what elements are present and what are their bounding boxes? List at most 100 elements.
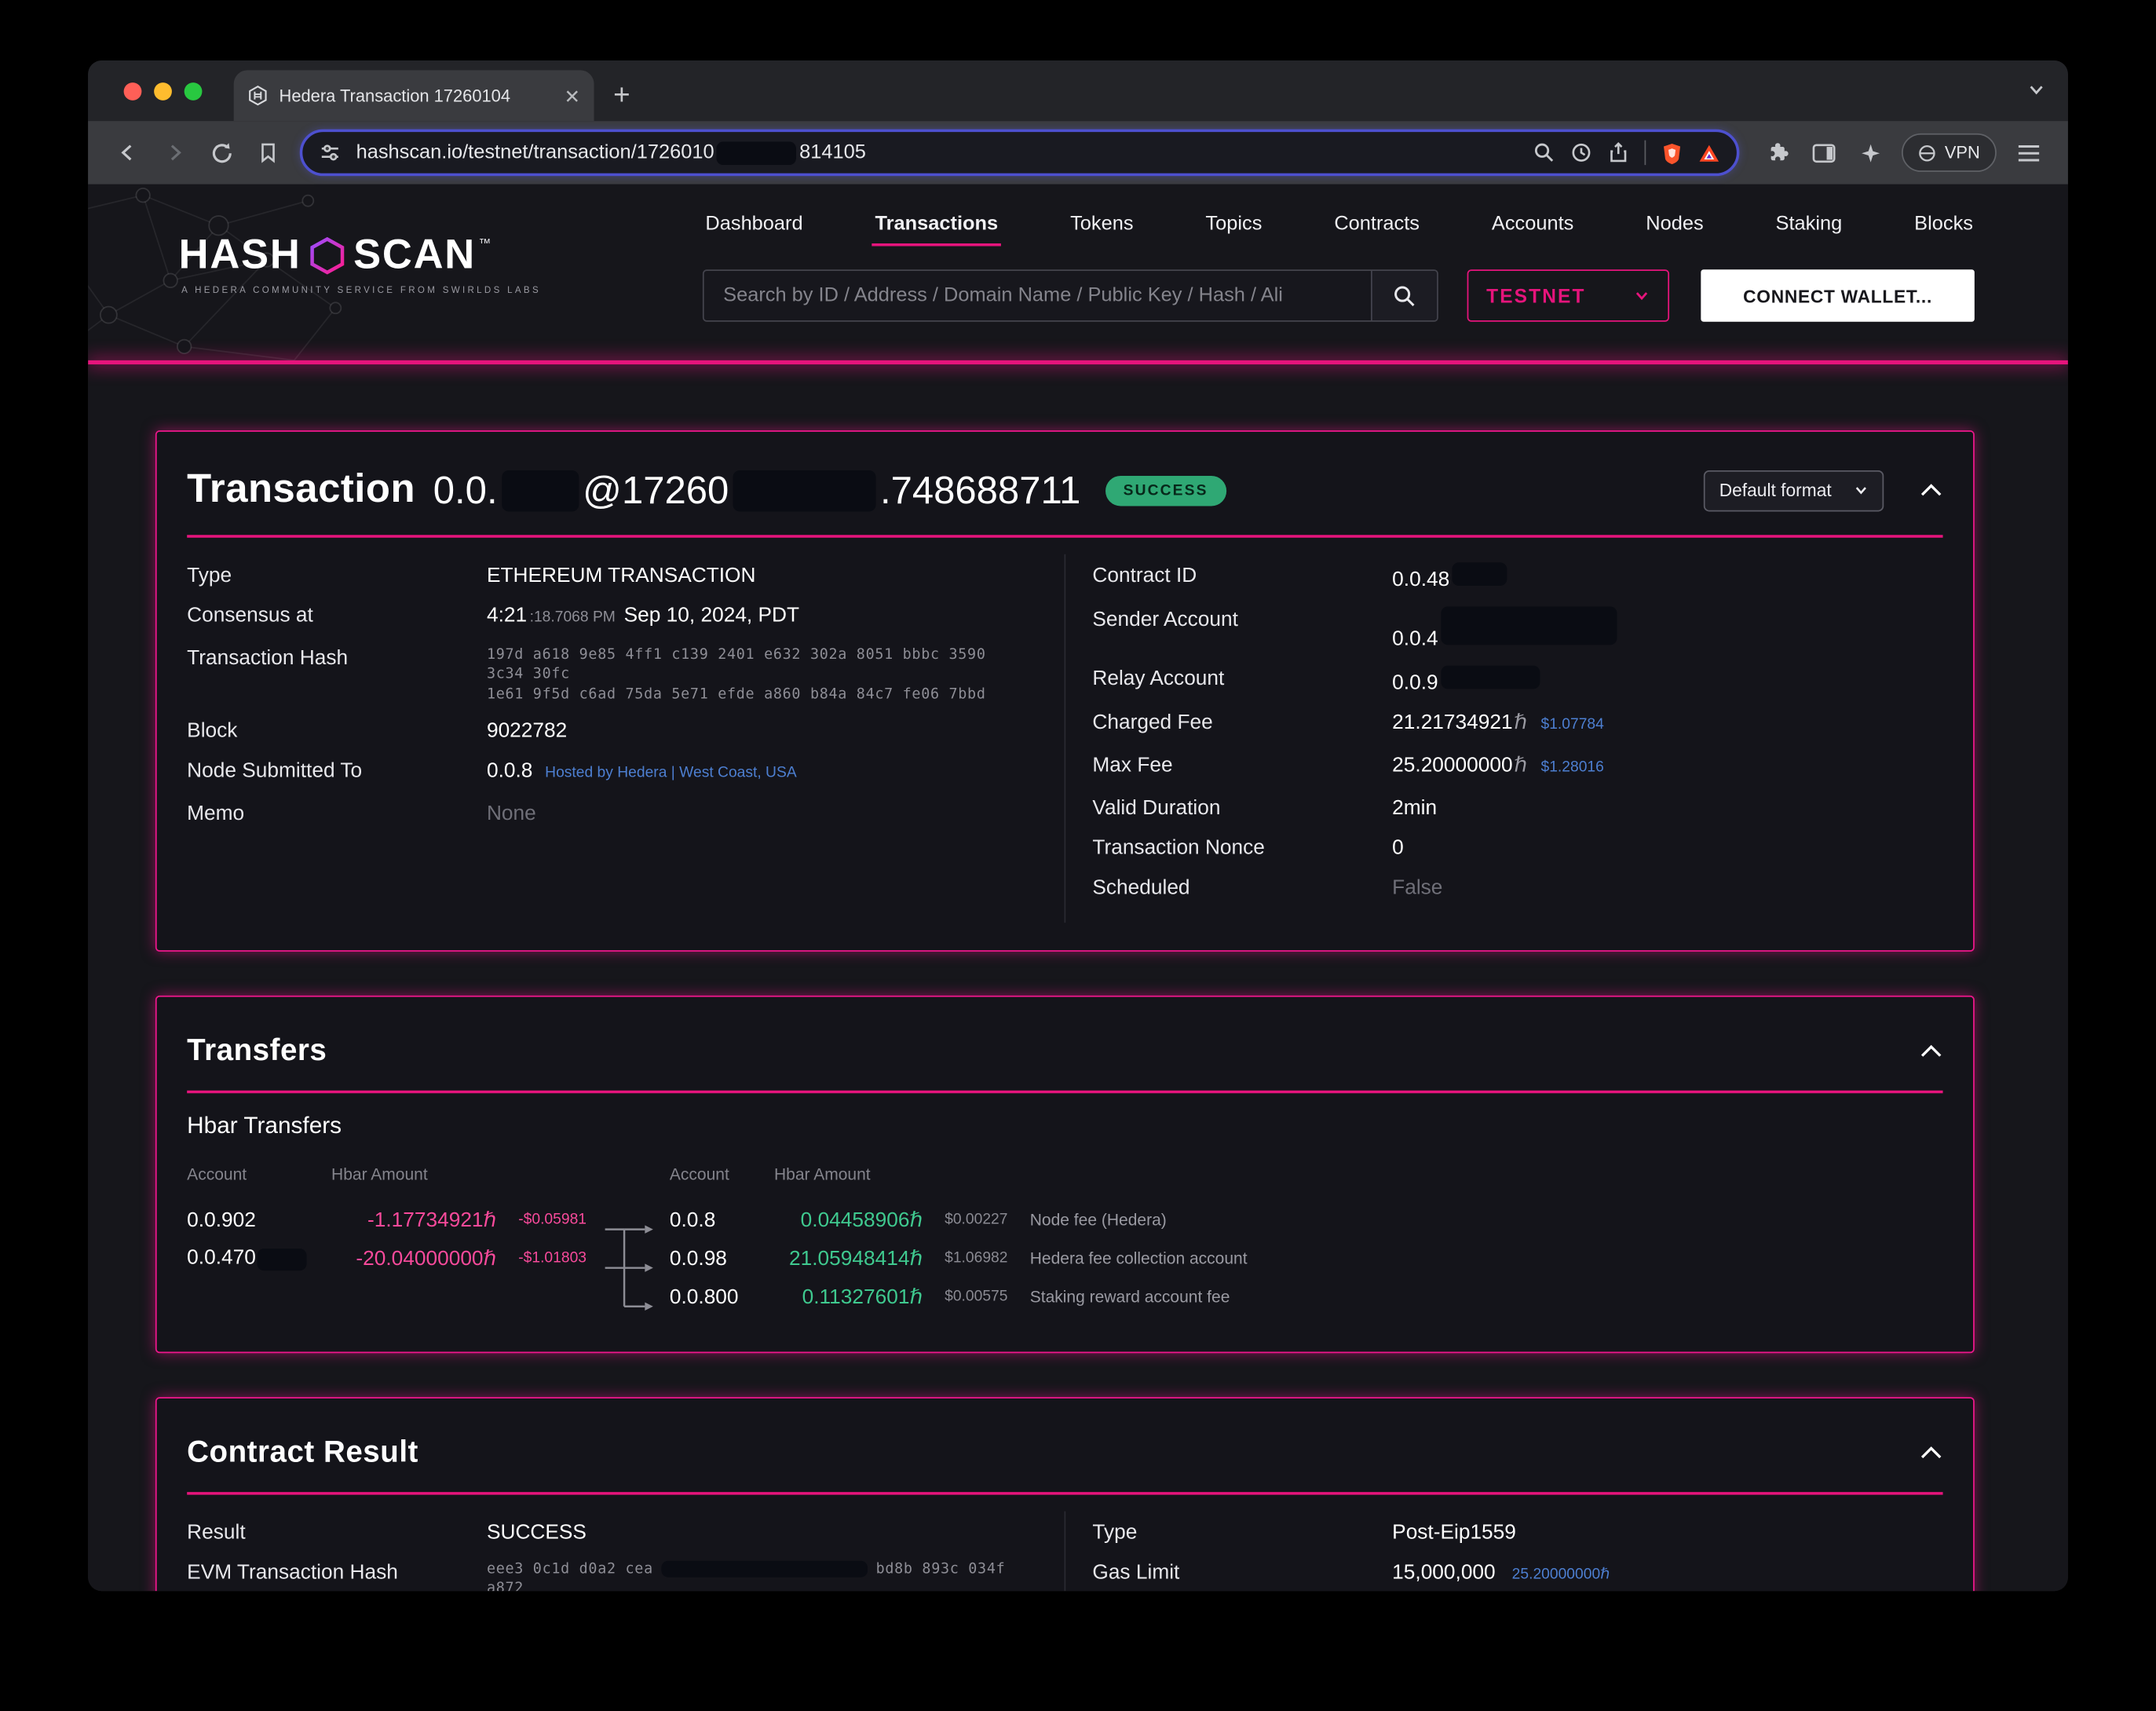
vpn-button[interactable]: VPN [1902,133,1997,172]
debit-account[interactable]: 0.0.902 [187,1208,331,1231]
credit-amount: 21.05948414ℏ [774,1246,923,1271]
transfers-card: Transfers Hbar Transfers [155,996,1975,1353]
nav-tokens[interactable]: Tokens [1068,207,1136,240]
credit-account[interactable]: 0.0.8 [670,1208,774,1231]
hashscan-logo[interactable]: HASH SCAN ™ [179,234,491,278]
node-note-link[interactable]: Hosted by Hedera | West Coast, USA [545,760,797,786]
address-bar[interactable]: hashscan.io/testnet/transaction/1726010 … [300,130,1740,177]
network-select[interactable]: TESTNET [1467,269,1669,322]
header-right: Dashboard Transactions Tokens Topics Con… [703,198,1976,322]
network-select-value: TESTNET [1486,285,1585,307]
contract-result-heading: Contract Result [187,1435,418,1471]
scheduled-value: False [1392,875,1442,901]
forward-icon[interactable] [155,133,194,172]
search-page-icon[interactable] [1533,141,1555,163]
credit-account[interactable]: 0.0.800 [670,1285,774,1309]
reload-icon[interactable] [202,133,240,172]
brave-shield-icon[interactable] [1661,141,1683,165]
contract-id-value[interactable]: 0.0.48 [1392,562,1507,593]
logo-trademark: ™ [479,236,491,250]
new-tab-button[interactable]: + [613,82,630,110]
node-value[interactable]: 0.0.8Hosted by Hedera | West Coast, USA [487,758,797,787]
screen: Hedera Transaction 17260104 ✕ + [0,0,2156,1711]
nonce-value: 0 [1392,835,1404,861]
search-row: TESTNET CONNECT WALLET... [703,269,1976,322]
nav-dashboard[interactable]: Dashboard [703,207,806,240]
max-fee-label: Max Fee [1092,752,1392,781]
relay-redaction [1441,666,1540,689]
transfer-row: 0.0.800 0.11327601ℏ $0.00575 Staking rew… [187,1278,1942,1316]
sender-value[interactable]: 0.0.4 [1392,606,1617,652]
search-button[interactable] [1371,271,1437,320]
sidebar-icon[interactable] [1804,133,1843,172]
transaction-card-header: Transaction 0.0. @17260 .748688711 SUCCE… [187,432,1942,535]
credit-usd: $0.00575 [923,1289,1030,1305]
format-select[interactable]: Default format [1704,470,1884,511]
nonce-label: Transaction Nonce [1092,835,1392,861]
zoom-window-button[interactable] [185,82,203,100]
transfers-heading: Transfers [187,1033,327,1069]
transfers-card-header: Transfers [187,997,1942,1091]
credit-account[interactable]: 0.0.98 [670,1247,774,1270]
tab-search-chevron-icon[interactable] [2026,80,2046,100]
site-settings-icon[interactable] [319,141,341,163]
memo-value: None [487,800,536,826]
relay-value[interactable]: 0.0.9 [1392,666,1540,696]
connect-wallet-button[interactable]: CONNECT WALLET... [1701,269,1975,322]
search-input[interactable] [704,271,1371,320]
debit-usd: -$0.05981 [496,1212,615,1228]
collapse-transfers-button[interactable] [1920,1043,1943,1058]
history-icon[interactable] [1570,141,1592,163]
contract-result-header: Contract Result [187,1398,1942,1492]
transaction-id-redaction [502,470,579,511]
nav-accounts[interactable]: Accounts [1489,207,1576,240]
nav-contracts[interactable]: Contracts [1332,207,1423,240]
transaction-id-redaction-2 [733,470,876,511]
back-icon[interactable] [108,133,147,172]
valid-duration-value: 2min [1392,795,1437,821]
chevron-down-icon [1634,287,1650,304]
result-value: SUCCESS [487,1519,587,1545]
contract-result-details: ResultSUCCESS EVM Transaction Hash eee3 … [187,1495,1942,1592]
nav-topics[interactable]: Topics [1203,207,1265,240]
evm-hash-value: eee3 0c1d d0a2 ceabd8b 893c 034f a872 7e… [487,1559,1031,1591]
gas-limit-value: 15,000,00025.20000000ℏ [1392,1559,1610,1589]
sender-redaction [1441,606,1617,645]
nav-transactions[interactable]: Transactions [872,207,1001,240]
consensus-label: Consensus at [187,602,487,631]
transfer-row: 0.0.470 -20.04000000ℏ -$1.01803 0.0.98 2… [187,1239,1942,1278]
logo-scan-text: SCAN [353,234,476,278]
menu-icon[interactable] [2009,133,2048,172]
collapse-transaction-button[interactable] [1920,483,1943,498]
credit-amount: 0.11327601ℏ [774,1285,923,1310]
browser-tab[interactable]: Hedera Transaction 17260104 ✕ [234,70,594,121]
collapse-contract-result-button[interactable] [1920,1445,1943,1460]
transfer-row: 0.0.902 -1.17734921ℏ -$0.05981 0.0.8 0.0… [187,1201,1942,1239]
valid-duration-label: Valid Duration [1092,795,1392,821]
contract-id-label: Contract ID [1092,562,1392,593]
share-icon[interactable] [1608,141,1630,163]
vpn-label: VPN [1945,143,1980,163]
hashscan-hexagon-icon [308,236,346,275]
brave-rewards-icon[interactable] [1698,142,1720,163]
leo-ai-icon[interactable] [1851,133,1890,172]
extensions-icon[interactable] [1758,133,1796,172]
type-label: Type [187,562,487,588]
url-text[interactable]: hashscan.io/testnet/transaction/1726010 … [356,141,1518,165]
tab-close-icon[interactable]: ✕ [564,86,580,105]
transaction-heading: Transaction [187,467,415,513]
block-value[interactable]: 9022782 [487,718,567,744]
close-window-button[interactable] [124,82,142,100]
logo-tagline: A HEDERA COMMUNITY SERVICE FROM SWIRLDS … [181,286,541,295]
nav-blocks[interactable]: Blocks [1912,207,1976,240]
nav-nodes[interactable]: Nodes [1643,207,1706,240]
nav-staking[interactable]: Staking [1773,207,1845,240]
bookmark-icon[interactable] [249,133,287,172]
minimize-window-button[interactable] [154,82,172,100]
transfer-flow-arrows [605,1225,660,1322]
debit-account[interactable]: 0.0.470 [187,1247,331,1270]
debit-amount: -20.04000000ℏ [331,1246,496,1271]
tab-title: Hedera Transaction 17260104 [280,86,554,105]
transaction-id: 0.0. @17260 .748688711 [433,468,1081,512]
transaction-card: Transaction 0.0. @17260 .748688711 SUCCE… [155,430,1975,952]
